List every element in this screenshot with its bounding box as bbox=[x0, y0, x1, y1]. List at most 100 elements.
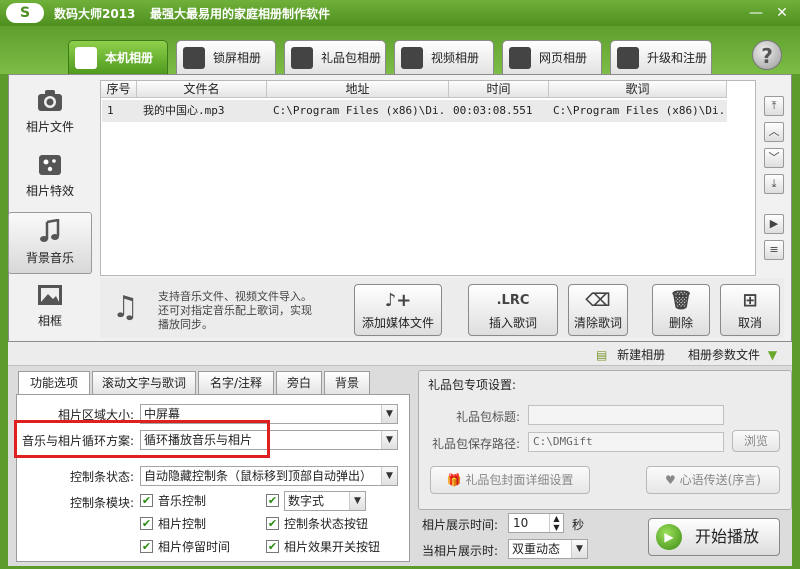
subtab-feature-options[interactable]: 功能选项 bbox=[18, 371, 90, 396]
gift-title-input[interactable] bbox=[528, 405, 724, 425]
control-state-button-checkbox[interactable]: ✔ bbox=[266, 517, 279, 530]
subtab-narration[interactable]: 旁白 bbox=[276, 371, 322, 395]
when-displayed-select[interactable]: 双重动态 ▼ bbox=[508, 539, 588, 559]
chevron-down-icon: ▼ bbox=[381, 431, 397, 449]
picture-frame-icon bbox=[38, 285, 62, 305]
display-time-label: 相片展示时间: bbox=[422, 518, 499, 532]
sidebar-item-background-music[interactable]: 背景音乐 bbox=[8, 212, 92, 274]
chevron-down-icon: ▼ bbox=[349, 492, 365, 510]
tab-local-album[interactable]: 本机相册 bbox=[68, 40, 168, 74]
tab-web-album[interactable]: 网页相册 bbox=[502, 40, 602, 74]
gift-icon bbox=[291, 46, 313, 69]
move-down-button[interactable]: ﹀ bbox=[764, 148, 784, 168]
column-header-lyrics[interactable]: 歌词 bbox=[549, 81, 727, 98]
sidebar-item-photo-files[interactable]: 相片文件 bbox=[8, 82, 92, 144]
cell-time: 00:03:08.551 bbox=[453, 104, 533, 117]
gift-heading: 礼品包专项设置: bbox=[428, 378, 517, 392]
effect-toggle-checkbox[interactable]: ✔ bbox=[266, 540, 279, 553]
move-top-button[interactable]: ⤒ bbox=[764, 96, 784, 116]
document-icon: ▤ bbox=[596, 348, 608, 362]
column-header-index[interactable]: 序号 bbox=[101, 81, 137, 98]
gift-path-label: 礼品包保存路径: bbox=[431, 437, 520, 451]
minimize-button[interactable]: — bbox=[746, 4, 766, 22]
album-params-button[interactable]: 相册参数文件 ▼ bbox=[688, 346, 777, 363]
music-file-table[interactable]: 序号 文件名 地址 时间 歌词 1 我的中国心.mp3 C:\Program F… bbox=[100, 80, 756, 276]
chevron-down-icon: ▼ bbox=[571, 540, 587, 558]
tab-label: 本机相册 bbox=[105, 51, 154, 65]
column-header-path[interactable]: 地址 bbox=[267, 81, 449, 98]
control-state-select[interactable]: 自动隐藏控制条（鼠标移到顶部自动弹出） ▼ bbox=[140, 466, 398, 486]
heart-icon: ♥ bbox=[665, 473, 676, 487]
tab-upgrade-register[interactable]: 升级和注册 bbox=[610, 40, 712, 74]
info-line: 播放同步。 bbox=[158, 318, 213, 331]
sidebar-item-label: 相片文件 bbox=[25, 120, 74, 134]
gift-cover-settings-button[interactable]: 🎁 礼品包封面详细设置 bbox=[430, 466, 590, 494]
tab-video-album[interactable]: 视频相册 bbox=[394, 40, 494, 74]
tab-label: 网页相册 bbox=[539, 51, 588, 65]
insert-lyrics-button[interactable]: .LRC 插入歌词 bbox=[468, 284, 558, 336]
album-params-label: 相册参数文件 bbox=[688, 348, 761, 362]
photo-control-checkbox[interactable]: ✔ bbox=[140, 517, 153, 530]
new-album-button[interactable]: ▤ 新建相册 bbox=[596, 346, 665, 363]
chevron-down-icon: ▼ bbox=[381, 467, 397, 485]
add-media-button[interactable]: ♪+ 添加媒体文件 bbox=[354, 284, 442, 336]
when-displayed-label: 当相片展示时: bbox=[422, 544, 499, 558]
sidebar-item-label: 相框 bbox=[37, 314, 62, 328]
monitor-icon bbox=[183, 46, 205, 69]
play-icon: ▶ bbox=[656, 524, 682, 550]
music-control-checkbox[interactable]: ✔ bbox=[140, 494, 153, 507]
time-format-select[interactable]: 数字式 ▼ bbox=[284, 491, 366, 511]
tab-label: 升级和注册 bbox=[647, 51, 708, 65]
tab-gift-album[interactable]: 礼品包相册 bbox=[284, 40, 386, 74]
browse-button[interactable]: 浏览 bbox=[732, 430, 780, 452]
details-button[interactable]: ≡ bbox=[764, 240, 784, 260]
display-time-input[interactable]: 10 ▲ ▼ bbox=[508, 513, 564, 533]
photo-dwell-checkbox[interactable]: ✔ bbox=[140, 540, 153, 553]
clear-lyrics-button[interactable]: ⌫ 清除歌词 bbox=[568, 284, 628, 336]
button-label: 礼品包封面详细设置 bbox=[465, 473, 574, 487]
tab-lockscreen-album[interactable]: 锁屏相册 bbox=[176, 40, 276, 74]
move-up-button[interactable]: ︿ bbox=[764, 122, 784, 142]
button-label: 添加媒体文件 bbox=[361, 316, 434, 330]
sidebar-item-label: 相片特效 bbox=[25, 184, 74, 198]
trash-icon: 🗑 bbox=[669, 290, 693, 311]
spinner-arrows-icon[interactable]: ▲ ▼ bbox=[549, 514, 563, 532]
delete-button[interactable]: 🗑 删除 bbox=[652, 284, 710, 336]
tab-label: 锁屏相册 bbox=[213, 51, 262, 65]
display-time-value: 10 bbox=[513, 516, 529, 530]
subtab-scroll-text-lyrics[interactable]: 滚动文字与歌词 bbox=[92, 371, 196, 395]
eraser-icon: ⌫ bbox=[585, 290, 611, 311]
chevron-down-icon: ▼ bbox=[767, 348, 778, 362]
cancel-button[interactable]: ⊞ 取消 bbox=[720, 284, 780, 336]
photo-area-value: 中屏幕 bbox=[144, 407, 181, 421]
film-icon bbox=[401, 46, 423, 69]
heart-message-button[interactable]: ♥ 心语传送(序言) bbox=[646, 466, 780, 494]
time-format-checkbox[interactable]: ✔ bbox=[266, 494, 279, 507]
add-music-icon: ♪+ bbox=[384, 290, 412, 311]
music-note-icon bbox=[40, 219, 60, 242]
sidebar-item-frame[interactable]: 相框 bbox=[8, 276, 92, 338]
help-button[interactable]: ? bbox=[752, 40, 782, 70]
move-bottom-button[interactable]: ⤓ bbox=[764, 174, 784, 194]
play-preview-button[interactable]: ▶ bbox=[764, 214, 784, 234]
ie-icon bbox=[509, 46, 531, 69]
tab-label: 视频相册 bbox=[431, 51, 480, 65]
tab-label: 礼品包相册 bbox=[321, 51, 382, 65]
control-module-label: 控制条模块: bbox=[69, 496, 134, 510]
gift-path-input[interactable]: C:\DMGift bbox=[528, 432, 724, 452]
title-bar: S 数码大师2013 最强大最易用的家庭相册制作软件 — ✕ bbox=[0, 0, 800, 26]
subtab-background[interactable]: 背景 bbox=[324, 371, 370, 395]
globe-icon bbox=[617, 46, 639, 69]
sidebar-item-photo-effects[interactable]: 相片特效 bbox=[8, 146, 92, 208]
subtab-name-notes[interactable]: 名字/注释 bbox=[198, 371, 274, 395]
control-state-label: 控制条状态: bbox=[69, 470, 134, 484]
cell-index: 1 bbox=[107, 104, 114, 117]
music-control-label: 音乐控制 bbox=[158, 494, 207, 508]
when-displayed-value: 双重动态 bbox=[512, 542, 561, 556]
close-button[interactable]: ✕ bbox=[772, 4, 792, 22]
photo-dwell-label: 相片停留时间 bbox=[158, 540, 231, 554]
column-header-time[interactable]: 时间 bbox=[449, 81, 549, 98]
new-album-label: 新建相册 bbox=[617, 348, 666, 362]
app-title: 数码大师2013 bbox=[54, 7, 136, 21]
column-header-filename[interactable]: 文件名 bbox=[137, 81, 267, 98]
